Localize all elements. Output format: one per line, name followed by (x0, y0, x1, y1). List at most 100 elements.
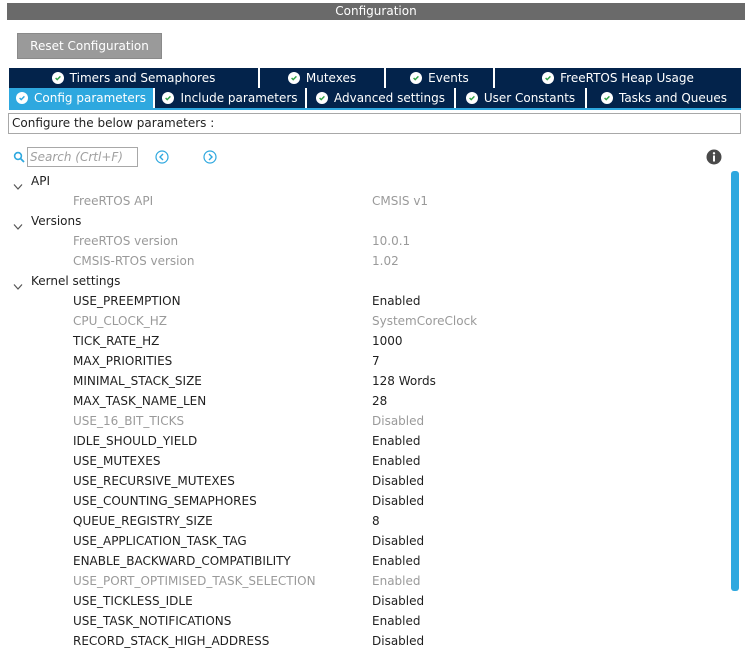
parameter-value[interactable]: Disabled (372, 631, 424, 651)
vertical-scrollbar[interactable] (731, 171, 739, 655)
parameter-name: RECORD_STACK_HIGH_ADDRESS (73, 634, 270, 648)
check-circle-icon (16, 92, 29, 104)
parameter-row[interactable]: MINIMAL_STACK_SIZE 128 Words (0, 371, 730, 391)
parameter-value[interactable]: 28 (372, 391, 387, 411)
parameter-row[interactable]: IDLE_SHOULD_YIELD Enabled (0, 431, 730, 451)
parameter-row[interactable]: USE_MUTEXES Enabled (0, 451, 730, 471)
tab-config-parameters[interactable]: Config parameters (9, 88, 155, 108)
tab-underline (9, 108, 741, 110)
parameter-name: USE_PORT_OPTIMISED_TASK_SELECTION (73, 574, 316, 588)
window-titlebar: Configuration (0, 0, 752, 22)
parameter-row[interactable]: USE_COUNTING_SEMAPHORES Disabled (0, 491, 730, 511)
parameter-row[interactable]: USE_RECURSIVE_MUTEXES Disabled (0, 471, 730, 491)
parameter-row[interactable]: MAX_TASK_NAME_LEN 28 (0, 391, 730, 411)
parameter-row[interactable]: TICK_RATE_HZ 1000 (0, 331, 730, 351)
tab-freertos-heap-usage[interactable]: FreeRTOS Heap Usage (495, 68, 741, 88)
tree-group-row[interactable]: Kernel settings (0, 271, 730, 291)
parameter-row[interactable]: RECORD_STACK_HIGH_ADDRESS Disabled (0, 631, 730, 651)
tab-events[interactable]: Events (386, 68, 495, 88)
parameter-row[interactable]: MAX_PRIORITIES 7 (0, 351, 730, 371)
parameter-value[interactable]: Disabled (372, 531, 424, 551)
search-icon[interactable] (13, 151, 25, 163)
check-circle-icon (600, 92, 613, 104)
parameter-row[interactable]: USE_APPLICATION_TASK_TAG Disabled (0, 531, 730, 551)
reset-configuration-button[interactable]: Reset Configuration (17, 33, 162, 59)
group-label: Kernel settings (31, 274, 121, 288)
chevron-down-icon[interactable] (13, 217, 23, 230)
parameter-value[interactable]: Enabled (372, 431, 421, 451)
tab-label: FreeRTOS Heap Usage (560, 71, 694, 85)
parameter-value[interactable]: Enabled (372, 451, 421, 471)
check-circle-icon (51, 72, 64, 84)
group-label: Versions (31, 214, 82, 228)
parameter-name: ENABLE_BACKWARD_COMPATIBILITY (73, 554, 291, 568)
parameter-row[interactable]: USE_PORT_OPTIMISED_TASK_SELECTION Enabled (0, 571, 730, 591)
parameter-value[interactable]: Enabled (372, 611, 421, 631)
tab-mutexes[interactable]: Mutexes (260, 68, 386, 88)
parameter-name: USE_MUTEXES (73, 454, 161, 468)
search-toolbar (0, 145, 752, 169)
parameter-name: MINIMAL_STACK_SIZE (73, 374, 202, 388)
parameter-row[interactable]: QUEUE_REGISTRY_SIZE 8 (0, 511, 730, 531)
parameter-row[interactable]: FreeRTOS API CMSIS v1 (0, 191, 730, 211)
chevron-down-icon[interactable] (13, 177, 23, 190)
tree-group-row[interactable]: API (0, 171, 730, 191)
parameter-value[interactable]: Enabled (372, 291, 421, 311)
parameter-value[interactable]: 8 (372, 511, 380, 531)
parameter-value[interactable]: Enabled (372, 571, 421, 591)
parameter-value[interactable]: SystemCoreClock (372, 311, 477, 331)
window-title: Configuration (7, 3, 745, 20)
parameter-name: USE_COUNTING_SEMAPHORES (73, 494, 257, 508)
parameter-row[interactable]: ENABLE_BACKWARD_COMPATIBILITY Enabled (0, 551, 730, 571)
parameter-name: TICK_RATE_HZ (73, 334, 160, 348)
tab-label: User Constants (483, 91, 576, 105)
parameter-tree: API FreeRTOS API CMSIS v1 Versions FreeRTOS … (0, 171, 730, 655)
tabs-row-1: Timers and Semaphores Mutexes Events Fre… (9, 68, 741, 88)
parameter-name: MAX_PRIORITIES (73, 354, 173, 368)
tab-include-parameters[interactable]: Include parameters (155, 88, 307, 108)
check-circle-icon (287, 72, 300, 84)
parameter-row[interactable]: CPU_CLOCK_HZ SystemCoreClock (0, 311, 730, 331)
parameters-description: Configure the below parameters : (8, 113, 741, 134)
parameter-value[interactable]: Disabled (372, 591, 424, 611)
parameter-name: CMSIS-RTOS version (73, 254, 195, 268)
circle-chevron-left-icon[interactable] (155, 150, 169, 164)
parameter-value[interactable]: 1000 (372, 331, 403, 351)
tab-label: Advanced settings (334, 91, 445, 105)
scrollbar-thumb[interactable] (731, 171, 739, 591)
tab-label: Include parameters (180, 91, 298, 105)
parameter-name: USE_PREEMPTION (73, 294, 181, 308)
tab-label: Tasks and Queues (618, 91, 728, 105)
tab-label: Timers and Semaphores (69, 71, 216, 85)
parameter-row[interactable]: USE_16_BIT_TICKS Disabled (0, 411, 730, 431)
parameter-row[interactable]: USE_TASK_NOTIFICATIONS Enabled (0, 611, 730, 631)
parameter-value[interactable]: Disabled (372, 491, 424, 511)
tab-tasks-and-queues[interactable]: Tasks and Queues (587, 88, 741, 108)
parameter-value[interactable]: Disabled (372, 411, 424, 431)
parameter-name: USE_16_BIT_TICKS (73, 414, 185, 428)
parameter-value[interactable]: 7 (372, 351, 380, 371)
parameter-name: CPU_CLOCK_HZ (73, 314, 167, 328)
parameter-value[interactable]: 10.0.1 (372, 231, 410, 251)
tab-user-constants[interactable]: User Constants (456, 88, 587, 108)
tabs-row-2: Config parameters Include parameters Adv… (9, 88, 741, 108)
parameter-row[interactable]: CMSIS-RTOS version 1.02 (0, 251, 730, 271)
parameter-value[interactable]: 1.02 (372, 251, 399, 271)
parameter-row[interactable]: FreeRTOS version 10.0.1 (0, 231, 730, 251)
parameter-row[interactable]: USE_TICKLESS_IDLE Disabled (0, 591, 730, 611)
circle-chevron-right-icon[interactable] (203, 150, 217, 164)
parameter-name: FreeRTOS API (73, 194, 154, 208)
tree-group-row[interactable]: Versions (0, 211, 730, 231)
check-circle-icon (316, 92, 329, 104)
chevron-down-icon[interactable] (13, 277, 23, 290)
parameter-value[interactable]: Disabled (372, 471, 424, 491)
parameter-value[interactable]: Enabled (372, 551, 421, 571)
search-input[interactable] (27, 147, 138, 167)
parameter-name: MAX_TASK_NAME_LEN (73, 394, 207, 408)
parameter-row[interactable]: USE_PREEMPTION Enabled (0, 291, 730, 311)
parameter-value[interactable]: 128 Words (372, 371, 436, 391)
info-icon[interactable] (706, 149, 722, 165)
parameter-value[interactable]: CMSIS v1 (372, 191, 428, 211)
tab-timers-and-semaphores[interactable]: Timers and Semaphores (9, 68, 260, 88)
tab-advanced-settings[interactable]: Advanced settings (307, 88, 456, 108)
